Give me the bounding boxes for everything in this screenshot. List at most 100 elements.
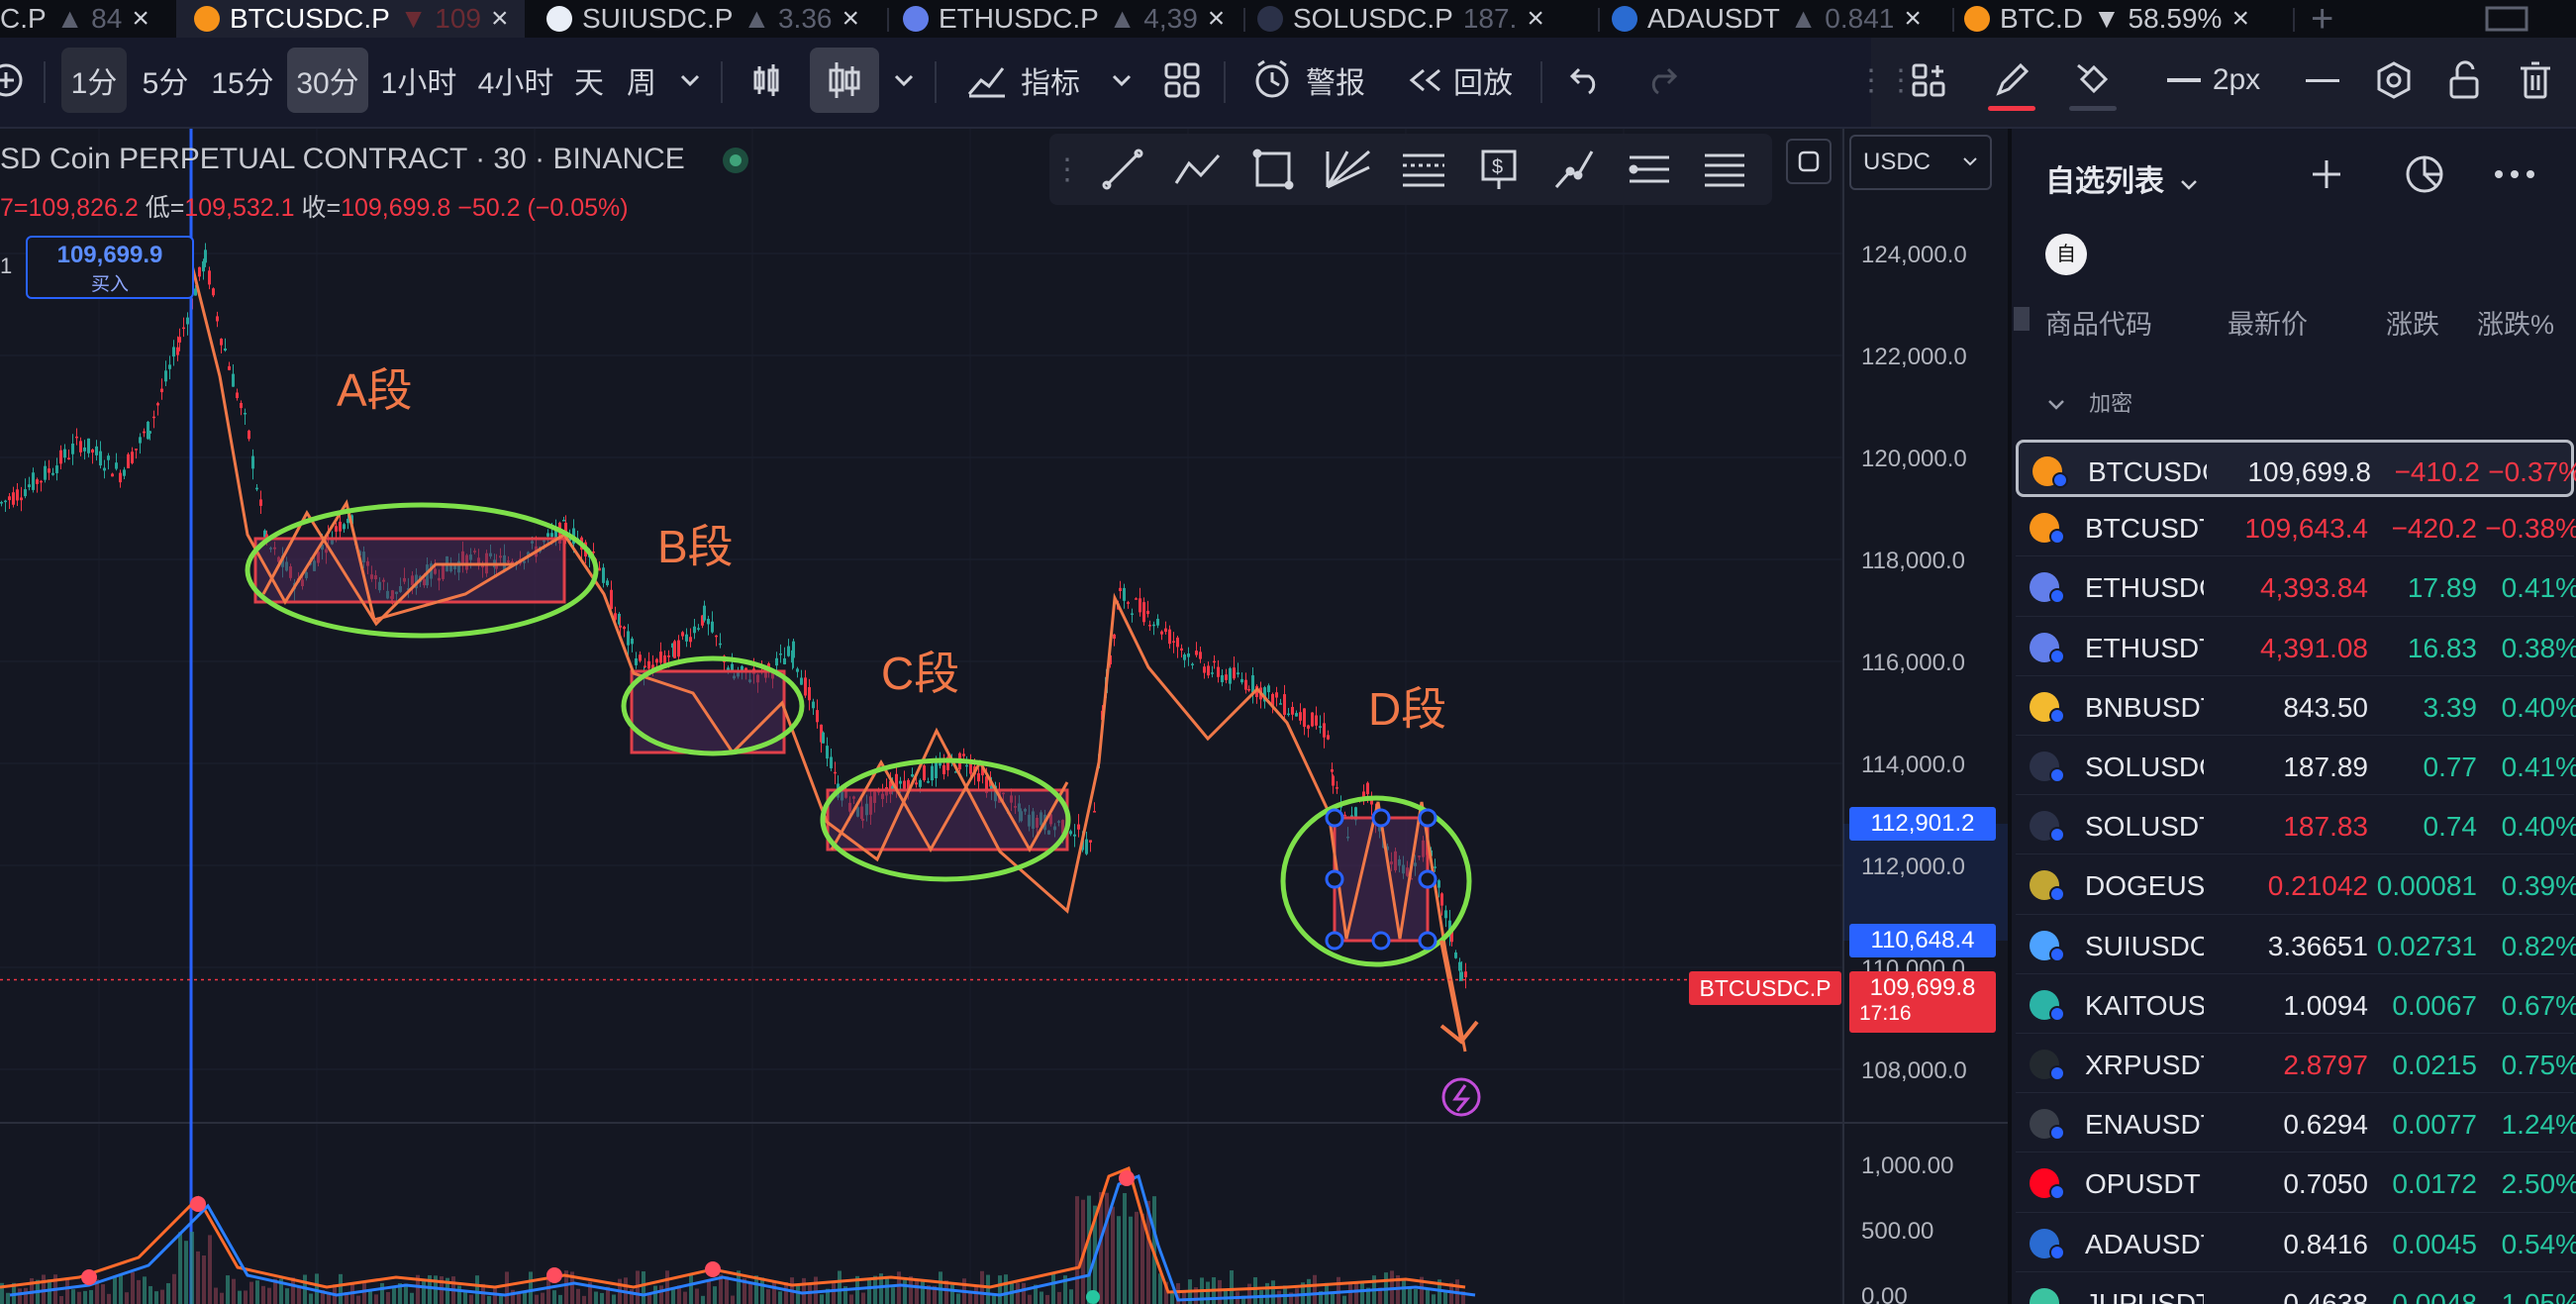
candle-body — [343, 524, 346, 530]
tab-5[interactable]: ADAUSDT ▲ 0.841 × — [1612, 0, 1948, 38]
chevron-down-icon[interactable] — [887, 48, 921, 113]
redo-icon[interactable] — [1639, 48, 1683, 113]
indicators-button[interactable]: 指标 — [962, 48, 1085, 113]
watchlist-row[interactable]: SOLUSDT 187.83 0.74 0.40% — [2016, 797, 2576, 855]
templates-icon[interactable] — [1160, 48, 1204, 113]
watchlist-row[interactable]: BNBUSDT 843.50 3.39 0.40% — [2016, 678, 2576, 736]
interval-5m[interactable]: 5分 — [133, 48, 198, 113]
add-symbol-button[interactable] — [0, 48, 26, 113]
replay-button[interactable]: 回放 — [1402, 48, 1519, 113]
chevron-down-icon[interactable] — [1105, 48, 1139, 113]
tab-2[interactable]: SUIUSDC.P ▲ 3.36 × — [546, 0, 883, 38]
paint-bucket-icon[interactable] — [2065, 48, 2121, 113]
watchlist-row[interactable]: BTCUSDT 109,643.4 −420.2 −0.38% — [2016, 499, 2576, 557]
unlock-icon[interactable] — [2439, 48, 2489, 113]
candlestick-icon[interactable] — [810, 48, 879, 113]
pie-chart-icon[interactable] — [2404, 152, 2445, 196]
fib-retracement-icon[interactable] — [1386, 140, 1461, 199]
line-width-button[interactable]: 2px — [2154, 48, 2273, 113]
exchange-badge-icon — [2049, 1244, 2065, 1260]
exchange-badge-icon — [2052, 472, 2068, 488]
candle-body — [44, 465, 47, 480]
pencil-icon[interactable] — [1984, 48, 2039, 113]
chart-pane[interactable]: SD Coin PERPETUAL CONTRACT · 30 · BINANC… — [0, 129, 2008, 1304]
tab-6[interactable]: BTC.D ▼ 58.59% × — [1964, 0, 2301, 38]
menu-lines-icon[interactable] — [1687, 140, 1762, 199]
segment-c-label[interactable]: C段 — [881, 638, 959, 703]
sync-icon[interactable] — [1786, 139, 1832, 184]
pitchfork-icon[interactable] — [1612, 140, 1687, 199]
column-header-change-pct[interactable]: 涨跌% — [2477, 303, 2554, 342]
segment-a-label[interactable]: A段 — [337, 354, 413, 420]
currency-select[interactable]: USDC — [1849, 135, 1992, 190]
watchlist-row[interactable]: JUPUSDT 0.4638 0.0048 1.05% — [2016, 1274, 2576, 1304]
close-icon[interactable]: × — [1208, 2, 1226, 36]
trash-icon[interactable] — [2511, 48, 2560, 113]
settings-hexagon-icon[interactable] — [2366, 48, 2422, 113]
gann-fan-icon[interactable] — [1311, 140, 1386, 199]
segment-b-label[interactable]: B段 — [657, 511, 734, 576]
watchlist-group-header[interactable]: 加密 — [2047, 386, 2132, 418]
watchlist-row[interactable]: KAITOUSDT 1.0094 0.0067 0.67% — [2016, 976, 2576, 1034]
volume-bar — [89, 1289, 93, 1304]
path-icon[interactable] — [1536, 140, 1612, 199]
volume-bar — [535, 1294, 539, 1304]
buy-order-label[interactable]: 109,699.9 买入 — [26, 236, 194, 299]
interval-week[interactable]: 周 — [618, 48, 665, 113]
close-icon[interactable]: × — [2231, 2, 2249, 36]
close-icon[interactable]: × — [1527, 2, 1544, 36]
watchlist-title[interactable]: 自选列表 — [2045, 156, 2198, 200]
watchlist-row[interactable]: ENAUSDT 0.6294 0.0077 1.24% — [2016, 1095, 2576, 1154]
interval-day[interactable]: 天 — [566, 48, 612, 113]
watchlist-row[interactable]: DOGEUSDT 0.210420.00081 0.39% — [2016, 856, 2576, 915]
bar-chart-type-icon[interactable] — [741, 48, 792, 113]
line-style-icon[interactable] — [2295, 48, 2350, 113]
close-icon[interactable]: × — [132, 2, 149, 36]
watchlist-row[interactable]: BTCUSDC.P 109,699.8 −410.2 −0.37% — [2016, 440, 2576, 498]
drag-handle-icon[interactable]: ⋮⋮ — [1856, 48, 1916, 113]
rectangle-icon[interactable] — [1236, 140, 1311, 199]
column-header-symbol[interactable]: 商品代码 — [2045, 303, 2152, 342]
volume-bar — [529, 1271, 533, 1304]
tab-4[interactable]: SOLUSDC.P 187. × — [1257, 0, 1594, 38]
close-icon[interactable]: × — [491, 2, 509, 36]
column-header-last[interactable]: 最新价 — [2228, 303, 2308, 342]
watchlist-row[interactable]: ETHUSDC.P 4,393.84 17.89 0.41% — [2016, 558, 2576, 617]
undo-icon[interactable] — [1564, 48, 1608, 113]
add-symbol-icon[interactable] — [2309, 152, 2344, 196]
close-icon[interactable]: × — [1904, 2, 1922, 36]
watchlist-row[interactable]: SUIUSDC.P 3.36651 0.02731 0.82% — [2016, 917, 2576, 974]
more-options-icon[interactable] — [2493, 152, 2536, 196]
drag-handle-icon[interactable]: ⋮ — [1049, 152, 1085, 187]
alert-button[interactable]: 警报 — [1249, 48, 1368, 113]
watchlist-row[interactable]: ETHUSDT 4,391.08 16.83 0.38% — [2016, 619, 2576, 676]
watchlist-row[interactable]: OPUSDT 0.7050 0.0172 2.50% — [2016, 1154, 2576, 1213]
watchlist-badge[interactable]: 自 — [2045, 234, 2087, 275]
watchlist-row[interactable]: ADAUSDT 0.8416 0.0045 0.54% — [2016, 1215, 2576, 1272]
watchlist-row[interactable]: SOLUSDC.P 187.89 0.77 0.41% — [2016, 738, 2576, 796]
watchlist-row[interactable]: XRPUSDT 2.8797 0.0215 0.75% — [2016, 1036, 2576, 1094]
layout-icon[interactable] — [2485, 0, 2554, 38]
close-icon[interactable]: × — [842, 2, 859, 36]
chevron-down-icon[interactable] — [673, 48, 707, 113]
segment-d-label[interactable]: D段 — [1368, 673, 1446, 739]
tab-1[interactable]: BTCUSDC.P ▼ 109 × — [176, 0, 525, 38]
price-range-icon[interactable]: $ — [1461, 140, 1536, 199]
interval-4h[interactable]: 4小时 — [471, 48, 560, 113]
interval-1m[interactable]: 1分 — [61, 48, 127, 113]
interval-30m[interactable]: 30分 — [287, 48, 368, 113]
interval-15m[interactable]: 15分 — [204, 48, 281, 113]
trend-line-icon[interactable] — [1085, 140, 1160, 199]
bitcoin-icon — [194, 6, 220, 32]
tab-0[interactable]: C.P ▲ 84 × — [0, 0, 168, 38]
zigzag-icon[interactable] — [1160, 140, 1236, 199]
tab-3[interactable]: ETHUSDC.P ▲ 4,39 × — [903, 0, 1239, 38]
widgets-icon[interactable] — [1901, 48, 1956, 113]
new-tab-button[interactable]: + — [2311, 0, 2370, 38]
interval-1h[interactable]: 1小时 — [376, 48, 461, 113]
volume-bar — [1057, 1291, 1061, 1304]
candle-body — [8, 496, 11, 501]
column-header-change[interactable]: 涨跌 — [2386, 303, 2439, 342]
candle-body — [1127, 602, 1130, 604]
price-chart-canvas[interactable] — [0, 129, 2008, 1304]
